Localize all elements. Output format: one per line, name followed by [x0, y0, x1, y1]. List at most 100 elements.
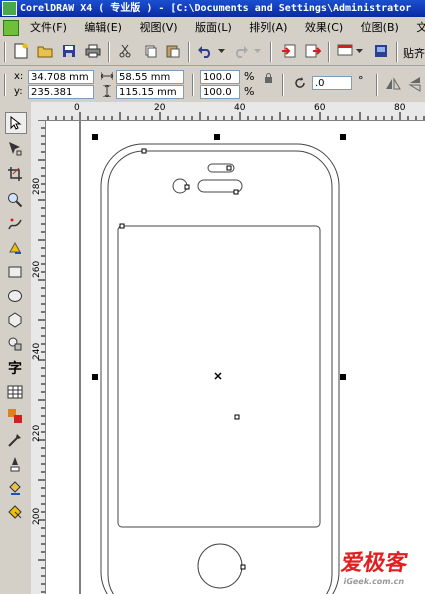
scale-height-field[interactable]: 100.0 — [200, 85, 240, 99]
snap-to-label[interactable]: 贴齐 — [403, 45, 425, 61]
redo-icon — [232, 42, 250, 60]
handle-top-center — [214, 134, 220, 140]
horizontal-ruler[interactable]: 0 20 40 60 80 — [45, 102, 425, 121]
coreldraw-app-icon — [2, 0, 17, 16]
node-handle — [119, 223, 125, 229]
handle-middle-right — [340, 374, 346, 380]
export-icon[interactable] — [304, 42, 322, 60]
ruler-tick-label: 200 — [32, 507, 42, 525]
menu-bar: 文件(F) 编辑(E) 视图(V) 版面(L) 排列(A) 效果(C) 位图(B… — [0, 17, 425, 39]
x-position-field[interactable]: 34.708 mm — [28, 70, 94, 84]
toolbar-separator — [188, 42, 190, 62]
print-icon[interactable] — [84, 42, 102, 60]
undo-dropdown-icon[interactable] — [216, 42, 226, 60]
interactive-blend-tool-icon[interactable] — [5, 406, 25, 426]
toolbar-separator — [270, 42, 272, 62]
standard-toolbar: 贴齐 — [0, 38, 425, 66]
home-button-circle — [197, 543, 243, 589]
pick-tool-icon[interactable] — [5, 112, 27, 134]
node-handle — [141, 148, 147, 154]
welcome-screen-icon[interactable] — [372, 42, 390, 60]
toolbar-separator — [376, 74, 378, 96]
ruler-tick-label: 260 — [32, 260, 42, 278]
x-label: x: — [14, 71, 24, 82]
rectangle-tool-icon[interactable] — [5, 262, 25, 282]
toolbar-separator — [396, 42, 398, 62]
menu-layout[interactable]: 版面(L) — [195, 17, 232, 38]
handle-top-right — [340, 134, 346, 140]
polygon-tool-icon[interactable] — [5, 310, 25, 330]
document-icon[interactable] — [3, 20, 19, 36]
phone-inner-outline — [107, 150, 333, 594]
vertical-ruler[interactable]: 280 260 240 220 200 — [31, 120, 46, 594]
y-position-field[interactable]: 235.381 mm — [28, 85, 94, 112]
ruler-corner[interactable] — [31, 102, 46, 121]
eyedropper-tool-icon[interactable] — [5, 430, 25, 450]
menu-file[interactable]: 文件(F) — [30, 17, 67, 38]
width-field[interactable]: 58.55 mm — [116, 70, 184, 84]
text-tool-icon[interactable]: 字 — [5, 358, 25, 378]
property-bar: x: 34.708 mm y: 235.381 mm 58.55 mm 115.… — [0, 66, 425, 112]
rotation-icon — [292, 75, 308, 91]
menu-effects[interactable]: 效果(C) — [305, 17, 343, 38]
menu-view[interactable]: 视图(V) — [139, 17, 177, 38]
menu-arrange[interactable]: 排列(A) — [249, 17, 287, 38]
ruler-tick-label: 40 — [234, 103, 246, 113]
window-title: CorelDRAW X4 ( 专业版 ) - [C:\Documents and… — [20, 3, 412, 14]
ruler-tick-label: 0 — [74, 103, 80, 113]
toolbar-grip — [4, 42, 6, 62]
open-folder-icon[interactable] — [36, 42, 54, 60]
paste-icon[interactable] — [164, 42, 182, 60]
degree-label: ° — [358, 74, 364, 87]
ruler-tick-label: 240 — [32, 342, 42, 360]
table-tool-icon[interactable] — [5, 382, 25, 402]
fill-tool-icon[interactable] — [5, 478, 25, 498]
launcher-dropdown-icon[interactable] — [354, 42, 364, 60]
rotation-angle-field[interactable]: .0 — [312, 76, 352, 90]
cut-icon[interactable] — [116, 42, 134, 60]
height-field[interactable]: 115.15 mm — [116, 85, 184, 99]
mirror-horizontal-icon[interactable] — [384, 75, 402, 93]
drawing-canvas[interactable]: 爱极客 iGeek.com.cn — [46, 121, 425, 594]
mirror-vertical-icon[interactable] — [406, 75, 424, 93]
watermark-site: iGeek.com.cn — [342, 577, 405, 586]
menu-bitmaps[interactable]: 位图(B) — [361, 17, 399, 38]
zoom-tool-icon[interactable] — [5, 190, 25, 210]
scale-width-field[interactable]: 100.0 — [200, 70, 240, 84]
outline-tool-icon[interactable] — [5, 454, 25, 474]
freehand-tool-icon[interactable] — [5, 214, 25, 234]
menu-text[interactable]: 文本 — [416, 17, 425, 38]
redo-dropdown-icon — [252, 42, 262, 60]
node-handle — [234, 414, 240, 420]
phone-drawing[interactable] — [46, 121, 425, 594]
ellipse-tool-icon[interactable] — [5, 286, 25, 306]
shape-tool-icon[interactable] — [5, 138, 25, 158]
toolbar-separator — [282, 74, 284, 96]
copy-icon[interactable] — [142, 42, 160, 60]
node-handle — [184, 184, 190, 190]
ruler-tick-label: 20 — [154, 103, 166, 113]
crop-tool-icon[interactable] — [5, 164, 25, 184]
percent-label: % — [244, 70, 255, 83]
selection-nodes — [119, 148, 246, 570]
interactive-fill-tool-icon[interactable] — [5, 502, 25, 522]
new-document-icon[interactable] — [12, 42, 30, 60]
lock-ratio-icon[interactable] — [262, 72, 274, 84]
ruler-tick-label: 80 — [394, 103, 406, 113]
handle-middle-left — [92, 374, 98, 380]
node-handle — [226, 165, 232, 171]
basic-shapes-tool-icon[interactable] — [5, 334, 25, 354]
menu-edit[interactable]: 编辑(E) — [84, 17, 122, 38]
save-icon[interactable] — [60, 42, 78, 60]
percent-label: % — [244, 85, 255, 98]
smart-fill-tool-icon[interactable] — [5, 238, 25, 258]
watermark-text: 爱极客 — [339, 550, 410, 576]
import-icon[interactable] — [280, 42, 298, 60]
node-handle — [240, 564, 246, 570]
undo-icon[interactable] — [196, 42, 214, 60]
ruler-tick-label: 60 — [314, 103, 326, 113]
application-launcher-icon[interactable] — [336, 42, 354, 60]
width-icon — [100, 69, 114, 83]
selection-handles — [92, 134, 346, 380]
height-icon — [100, 84, 114, 98]
